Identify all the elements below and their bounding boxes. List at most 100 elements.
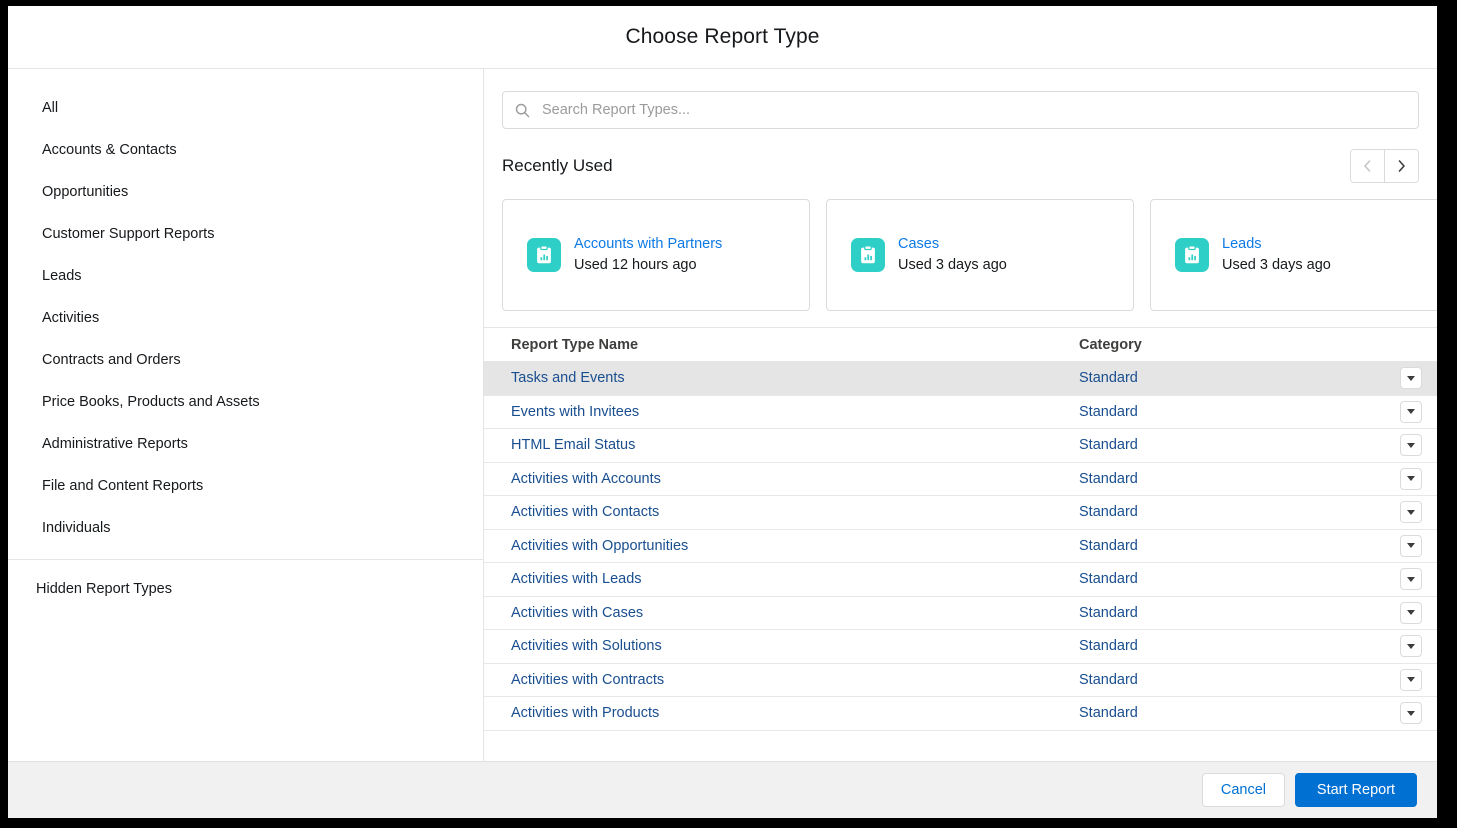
card-report-type-link[interactable]: Leads xyxy=(1222,235,1331,254)
card-last-used: Used 12 hours ago xyxy=(574,256,697,273)
category-value: Standard xyxy=(1079,504,1138,521)
row-menu-button[interactable] xyxy=(1400,434,1422,457)
sidebar-item-opportunities[interactable]: Opportunities xyxy=(8,171,483,213)
chevron-down-icon xyxy=(1407,375,1415,381)
cell-report-type-name: Activities with Products xyxy=(484,705,1079,721)
row-menu-button[interactable] xyxy=(1400,568,1422,591)
sidebar-item-all[interactable]: All xyxy=(8,87,483,129)
dialog-body: All Accounts & Contacts Opportunities Custo… xyxy=(8,69,1437,761)
table-row[interactable]: Events with Invitees Standard xyxy=(484,396,1437,429)
cell-category: Standard xyxy=(1079,504,1385,520)
report-type-link[interactable]: Activities with Products xyxy=(511,705,659,721)
sidebar-item-administrative-reports[interactable]: Administrative Reports xyxy=(8,423,483,465)
table-row[interactable]: HTML Email Status Standard xyxy=(484,429,1437,463)
cell-category: Standard xyxy=(1079,705,1385,721)
cell-category: Standard xyxy=(1079,538,1385,554)
table-row[interactable]: Tasks and Events Standard xyxy=(484,362,1437,396)
recently-used-card[interactable]: Accounts with Partners Used 12 hours ago xyxy=(502,199,810,311)
cell-actions xyxy=(1385,367,1437,390)
report-type-link[interactable]: HTML Email Status xyxy=(511,437,635,453)
cancel-button[interactable]: Cancel xyxy=(1201,773,1285,807)
card-text: Leads Used 3 days ago xyxy=(1222,235,1331,276)
report-clipboard-icon xyxy=(527,238,561,272)
dialog-header: Choose Report Type xyxy=(8,6,1437,69)
cell-category: Standard xyxy=(1079,605,1385,621)
sidebar-item-label: All xyxy=(42,100,59,116)
sidebar-item-leads[interactable]: Leads xyxy=(8,255,483,297)
report-type-link[interactable]: Activities with Solutions xyxy=(511,638,662,654)
report-type-link[interactable]: Activities with Contacts xyxy=(511,504,659,520)
table-row[interactable]: Activities with Accounts Standard xyxy=(484,463,1437,496)
table-header-row: Report Type Name Category xyxy=(484,328,1437,362)
cell-actions xyxy=(1385,702,1437,725)
sidebar-item-customer-support-reports[interactable]: Customer Support Reports xyxy=(8,213,483,255)
table-row[interactable]: Activities with Contracts Standard xyxy=(484,664,1437,697)
cell-report-type-name: Activities with Leads xyxy=(484,571,1079,587)
chevron-down-icon xyxy=(1407,442,1415,448)
cell-category: Standard xyxy=(1079,638,1385,654)
start-report-button[interactable]: Start Report xyxy=(1295,773,1417,807)
card-report-type-link[interactable]: Cases xyxy=(898,235,1007,254)
category-value: Standard xyxy=(1079,571,1138,588)
table-row[interactable]: Activities with Leads Standard xyxy=(484,563,1437,597)
cell-actions xyxy=(1385,400,1437,423)
sidebar-item-contracts-and-orders[interactable]: Contracts and Orders xyxy=(8,339,483,381)
search-input[interactable] xyxy=(540,101,1406,119)
report-type-link[interactable]: Activities with Leads xyxy=(511,571,642,587)
row-menu-button[interactable] xyxy=(1400,601,1422,624)
carousel-prev-button[interactable] xyxy=(1351,150,1384,182)
category-value: Standard xyxy=(1079,705,1138,722)
report-type-link[interactable]: Activities with Accounts xyxy=(511,471,661,487)
row-menu-button[interactable] xyxy=(1400,467,1422,490)
cell-category: Standard xyxy=(1079,404,1385,420)
search-box[interactable] xyxy=(502,91,1419,129)
chevron-down-icon xyxy=(1407,643,1415,649)
sidebar-item-accounts-contacts[interactable]: Accounts & Contacts xyxy=(8,129,483,171)
cell-report-type-name: Tasks and Events xyxy=(484,370,1079,386)
sidebar-divider xyxy=(8,559,483,560)
chevron-down-icon xyxy=(1407,409,1415,415)
report-type-link[interactable]: Events with Invitees xyxy=(511,404,639,420)
recently-used-card[interactable]: Leads Used 3 days ago xyxy=(1150,199,1437,311)
cell-report-type-name: Activities with Accounts xyxy=(484,471,1079,487)
card-report-type-link[interactable]: Accounts with Partners xyxy=(574,235,722,254)
recently-used-cards: Accounts with Partners Used 12 hours ago C… xyxy=(484,183,1437,311)
category-value: Standard xyxy=(1079,437,1138,454)
cell-report-type-name: Activities with Contacts xyxy=(484,504,1079,520)
table-row[interactable]: Activities with Cases Standard xyxy=(484,597,1437,630)
sidebar-item-price-books-products-and-assets[interactable]: Price Books, Products and Assets xyxy=(8,381,483,423)
cell-category: Standard xyxy=(1079,672,1385,688)
cell-actions xyxy=(1385,534,1437,557)
sidebar-item-file-and-content-reports[interactable]: File and Content Reports xyxy=(8,465,483,507)
report-type-link[interactable]: Activities with Contracts xyxy=(511,672,664,688)
sidebar-item-activities[interactable]: Activities xyxy=(8,297,483,339)
card-text: Cases Used 3 days ago xyxy=(898,235,1007,276)
row-menu-button[interactable] xyxy=(1400,702,1422,725)
category-value: Standard xyxy=(1079,370,1138,387)
chevron-down-icon xyxy=(1407,576,1415,582)
report-type-link[interactable]: Activities with Opportunities xyxy=(511,538,688,554)
table-row[interactable]: Activities with Products Standard xyxy=(484,697,1437,731)
sidebar-item-individuals[interactable]: Individuals xyxy=(8,507,483,549)
row-menu-button[interactable] xyxy=(1400,668,1422,691)
table-row[interactable]: Activities with Solutions Standard xyxy=(484,630,1437,664)
recently-used-card[interactable]: Cases Used 3 days ago xyxy=(826,199,1134,311)
table-row[interactable]: Activities with Opportunities Standard xyxy=(484,530,1437,563)
category-value: Standard xyxy=(1079,403,1138,420)
row-menu-button[interactable] xyxy=(1400,635,1422,658)
category-value: Standard xyxy=(1079,638,1138,655)
row-menu-button[interactable] xyxy=(1400,501,1422,524)
cell-category: Standard xyxy=(1079,437,1385,453)
sidebar-item-label: Accounts & Contacts xyxy=(42,142,177,158)
report-type-link[interactable]: Activities with Cases xyxy=(511,605,643,621)
row-menu-button[interactable] xyxy=(1400,400,1422,423)
sidebar-item-label: Customer Support Reports xyxy=(42,226,215,242)
table-row[interactable]: Activities with Contacts Standard xyxy=(484,496,1437,530)
report-type-link[interactable]: Tasks and Events xyxy=(511,370,625,386)
row-menu-button[interactable] xyxy=(1400,534,1422,557)
row-menu-button[interactable] xyxy=(1400,367,1422,390)
cell-category: Standard xyxy=(1079,471,1385,487)
carousel-next-button[interactable] xyxy=(1384,150,1418,182)
cell-report-type-name: Activities with Opportunities xyxy=(484,538,1079,554)
sidebar-item-hidden-report-types[interactable]: Hidden Report Types xyxy=(8,568,483,610)
